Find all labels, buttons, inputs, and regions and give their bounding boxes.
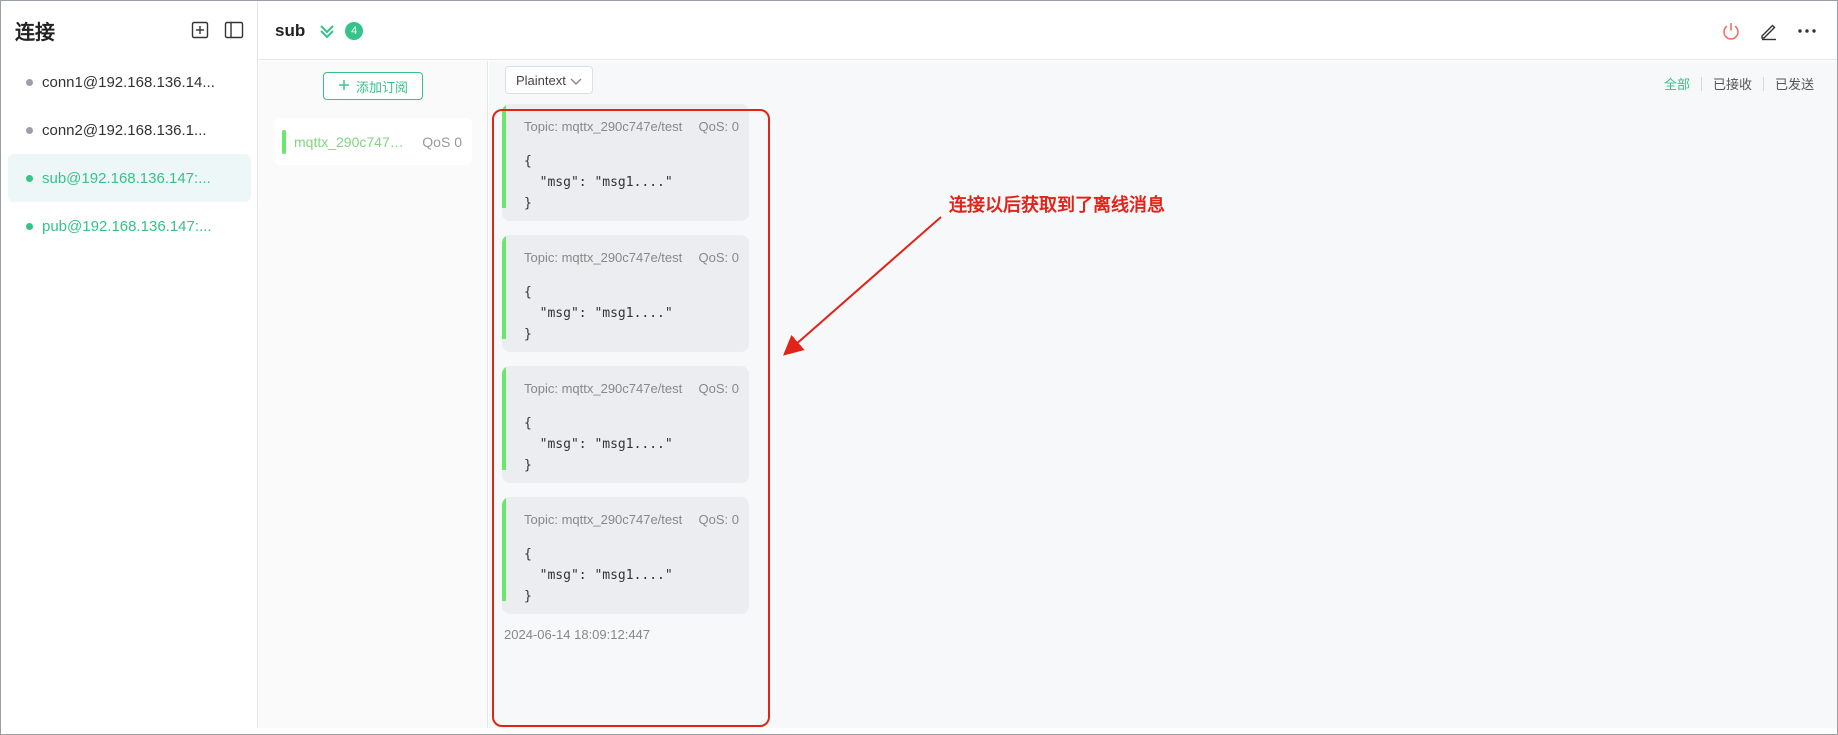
connection-status-dot [26, 222, 33, 230]
chevron-down-icon [570, 75, 582, 90]
connection-header: sub 4 [259, 2, 1837, 60]
connection-item[interactable]: pub@192.168.136.147:... [8, 202, 251, 250]
filter-all[interactable]: 全部 [1653, 74, 1701, 93]
connection-status-dot [26, 174, 33, 182]
double-chevron-down-icon[interactable] [319, 23, 335, 39]
message-card[interactable]: Topic: mqttx_290c747e/test QoS: 0 { "msg":… [502, 497, 749, 614]
connections-sidebar: 连接 conn1@192.168.136.14... conn2@192.168.… [2, 2, 258, 728]
message-card[interactable]: Topic: mqttx_290c747e/test QoS: 0 { "msg":… [502, 104, 749, 221]
message-topic: Topic: mqttx_290c747e/test [524, 119, 683, 134]
message-payload: { "msg": "msg1...." } [524, 285, 673, 342]
plus-icon [338, 79, 350, 94]
messages-area: Plaintext 全部 已接收 已发送 Topic: mqttx_290c74… [489, 61, 1837, 728]
message-payload: { "msg": "msg1...." } [524, 547, 673, 604]
sidebar-icon[interactable] [224, 20, 244, 40]
connection-label: sub@192.168.136.147:... [42, 169, 211, 187]
payload-format-value: Plaintext [516, 72, 566, 88]
message-card[interactable]: Topic: mqttx_290c747e/test QoS: 0 { "msg":… [502, 366, 749, 483]
power-icon[interactable] [1719, 19, 1743, 43]
header-actions [1719, 19, 1819, 43]
connection-label: pub@192.168.136.147:... [42, 217, 212, 235]
message-qos: QoS: 0 [698, 119, 739, 134]
connection-item[interactable]: conn2@192.168.136.1... [8, 106, 251, 154]
sidebar-title: 连接 [15, 21, 55, 44]
annotation-text: 连接以后获取到了离线消息 [949, 195, 1165, 215]
message-count-badge: 4 [345, 21, 364, 40]
connection-label: conn1@192.168.136.14... [42, 73, 215, 91]
connection-label: conn2@192.168.136.1... [42, 121, 207, 139]
message-color-bar [502, 497, 506, 601]
connection-status-dot [26, 126, 33, 134]
subscription-qos: QoS 0 [422, 133, 462, 150]
message-payload: { "msg": "msg1...." } [524, 416, 673, 473]
subscription-item[interactable]: mqttx_290c747e/... QoS 0 [274, 118, 472, 165]
message-payload: { "msg": "msg1...." } [524, 154, 673, 211]
message-topic: Topic: mqttx_290c747e/test [524, 381, 683, 396]
connection-status-dot [26, 78, 33, 86]
add-subscription-button[interactable]: 添加订阅 [323, 72, 423, 100]
connection-item[interactable]: sub@192.168.136.147:... [8, 154, 251, 202]
message-color-bar [502, 104, 506, 208]
filter-sent[interactable]: 已发送 [1764, 74, 1825, 93]
connection-title: sub [275, 20, 306, 40]
message-qos: QoS: 0 [698, 512, 739, 527]
message-color-bar [502, 235, 506, 339]
filter-received[interactable]: 已接收 [1702, 74, 1763, 93]
more-horizontal-icon[interactable] [1795, 19, 1819, 43]
message-qos: QoS: 0 [698, 250, 739, 265]
pencil-icon[interactable] [1757, 19, 1781, 43]
add-subscription-label: 添加订阅 [355, 79, 408, 95]
message-topic: Topic: mqttx_290c747e/test [524, 512, 683, 527]
message-filters: 全部 已接收 已发送 [1653, 74, 1825, 93]
subscription-topic: mqttx_290c747e/... [294, 133, 409, 150]
message-card[interactable]: Topic: mqttx_290c747e/test QoS: 0 { "msg":… [502, 235, 749, 352]
subscription-color-bar [282, 129, 286, 154]
connection-list: conn1@192.168.136.14... conn2@192.168.136… [2, 58, 257, 250]
payload-format-select[interactable]: Plaintext [505, 66, 593, 94]
subscriptions-panel: 添加订阅 mqttx_290c747e/... QoS 0 [259, 61, 488, 728]
app-window: 连接 conn1@192.168.136.14... conn2@192.168.… [0, 0, 1838, 735]
message-color-bar [502, 366, 506, 470]
sidebar-header: 连接 [2, 2, 257, 58]
connection-item[interactable]: conn1@192.168.136.14... [8, 58, 251, 106]
message-topic: Topic: mqttx_290c747e/test [524, 250, 683, 265]
plus-square-icon[interactable] [190, 20, 210, 40]
message-qos: QoS: 0 [698, 381, 739, 396]
message-timestamp: 2024-06-14 18:09:12:447 [504, 627, 651, 642]
